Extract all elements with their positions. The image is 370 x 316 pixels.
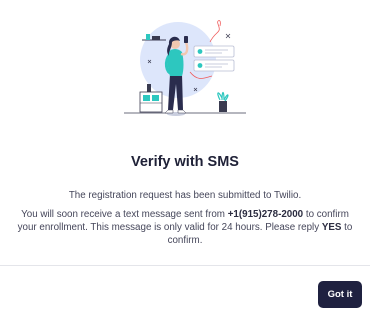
reply-keyword: YES — [321, 222, 342, 233]
phone-number: +1(915)278-2000 — [227, 209, 304, 220]
submission-message: The registration request has been submit… — [68, 190, 302, 201]
sms-instructions: You will soon receive a text message sen… — [14, 208, 356, 247]
got-it-button[interactable]: Got it — [318, 281, 362, 308]
verify-sms-dialog: Verify with SMS The registration request… — [0, 0, 370, 316]
sms-instructions-part1: You will soon receive a text message sen… — [21, 209, 228, 220]
dialog-title: Verify with SMS — [131, 154, 239, 170]
person-with-phone-illustration — [124, 20, 246, 116]
footer-divider — [0, 265, 370, 266]
